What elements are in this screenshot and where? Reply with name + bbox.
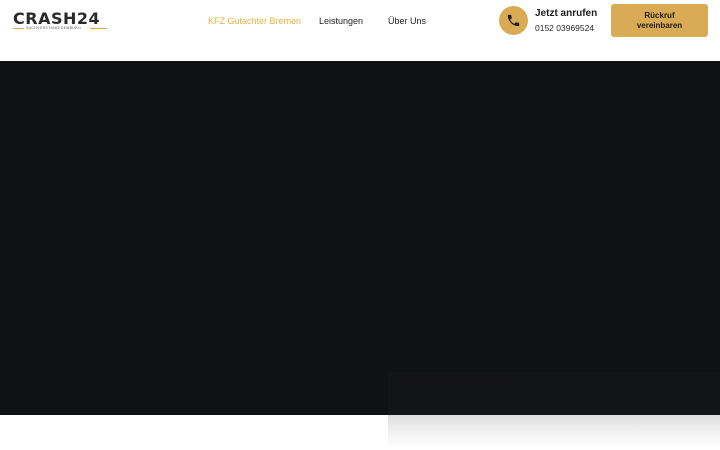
call-title: Jetzt anrufen [535, 8, 598, 19]
callback-button[interactable]: Rückruf vereinbaren [611, 4, 708, 37]
phone-number-link[interactable]: 0152 03969524 [535, 23, 594, 34]
hero-image-fade [388, 415, 720, 450]
hero-banner [0, 61, 720, 415]
logo-divider-right [90, 28, 107, 29]
nav-item-ueber-uns[interactable]: Über Uns [388, 15, 426, 27]
logo[interactable]: CRASH24 SACHVERSTÄNDIGENBÜRO [13, 10, 107, 32]
logo-divider-left [13, 28, 24, 29]
phone-icon[interactable] [499, 6, 528, 35]
nav-item-kfz-gutachter-bremen[interactable]: KFZ Gutachter Bremen [208, 15, 301, 27]
logo-tagline: SACHVERSTÄNDIGENBÜRO [26, 26, 82, 30]
nav-item-leistungen[interactable]: Leistungen [319, 15, 363, 27]
site-header: CRASH24 SACHVERSTÄNDIGENBÜRO KFZ Gutacht… [0, 0, 720, 61]
